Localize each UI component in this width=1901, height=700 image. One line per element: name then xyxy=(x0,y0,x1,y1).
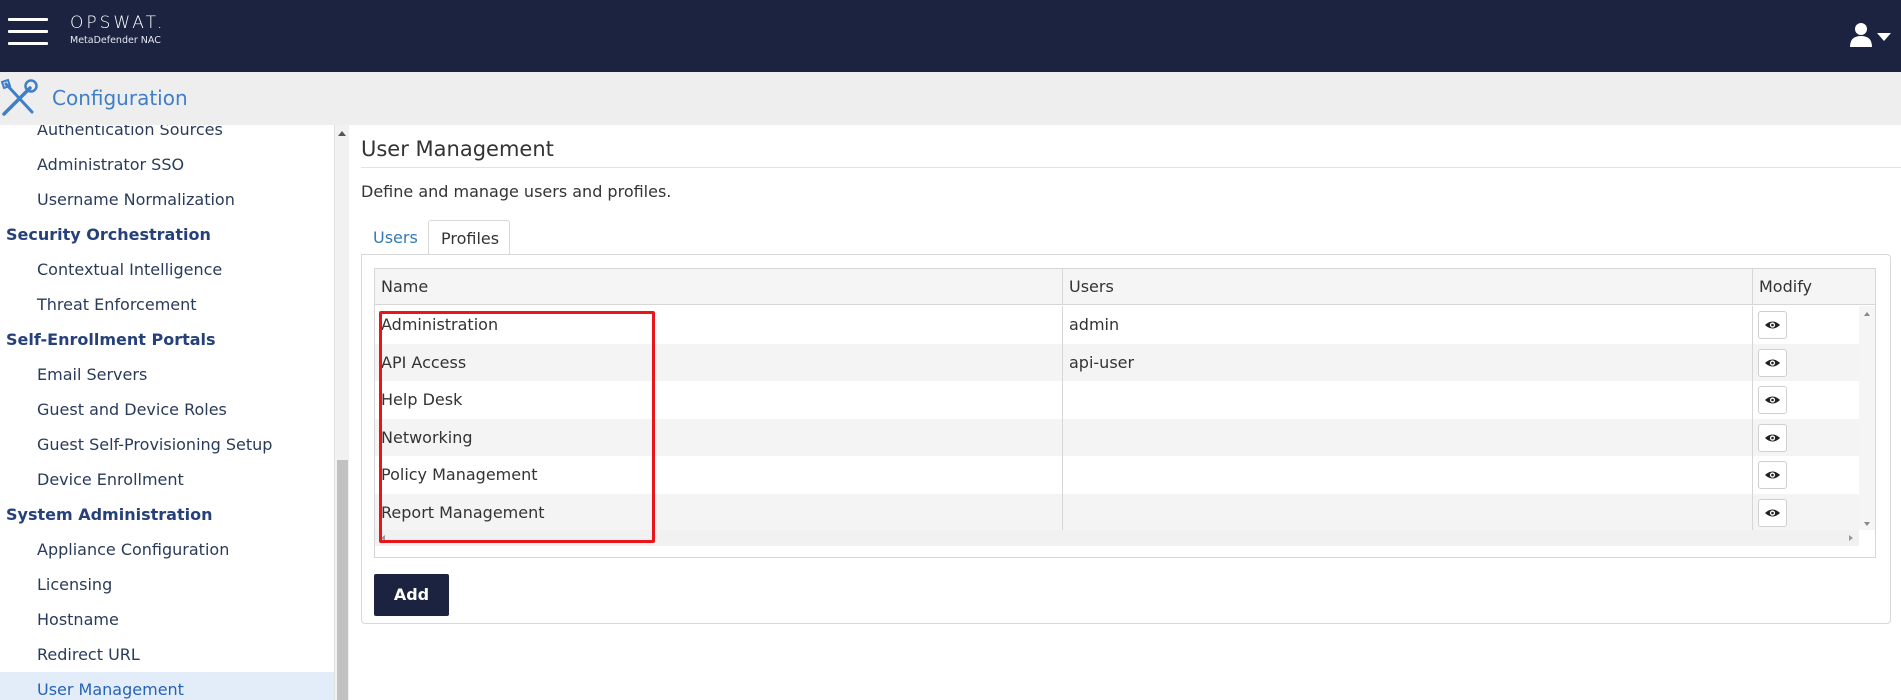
table-header: Name Users Modify xyxy=(375,269,1875,305)
sidebar-item-administrator-sso[interactable]: Administrator SSO xyxy=(0,147,334,182)
sidebar-item-threat-enforcement[interactable]: Threat Enforcement xyxy=(0,287,334,322)
view-profile-button[interactable] xyxy=(1758,386,1787,414)
eye-icon xyxy=(1765,434,1780,441)
sidebar-item-email-servers[interactable]: Email Servers xyxy=(0,357,334,392)
view-profile-button[interactable] xyxy=(1758,461,1787,489)
table-horizontal-scrollbar[interactable] xyxy=(375,530,1859,546)
cell-name: Help Desk xyxy=(375,381,1063,419)
cell-name: Networking xyxy=(375,418,1063,456)
brand-logo: OPSWAT. MetaDefender NAC xyxy=(70,13,165,46)
sidebar-category-security-orchestration[interactable]: Security Orchestration xyxy=(0,217,334,252)
sidebar-category-system-administration[interactable]: System Administration xyxy=(0,497,334,532)
scroll-up-icon[interactable] xyxy=(338,131,346,136)
profiles-table: Name Users Modify Administration admin API… xyxy=(374,268,1876,558)
cell-name: Report Management xyxy=(375,493,1063,531)
user-icon xyxy=(1850,23,1891,47)
view-profile-button[interactable] xyxy=(1758,311,1787,339)
table-row[interactable]: Policy Management xyxy=(375,456,1859,494)
brand-name: OPSWAT. xyxy=(70,13,166,33)
scroll-left-icon[interactable] xyxy=(381,535,385,541)
view-profile-button[interactable] xyxy=(1758,423,1787,452)
top-bar: OPSWAT. MetaDefender NAC xyxy=(0,0,1901,72)
table-row[interactable]: Administration admin xyxy=(375,306,1859,344)
sidebar-item-redirect-url[interactable]: Redirect URL xyxy=(0,637,334,672)
sidebar-item-appliance-configuration[interactable]: Appliance Configuration xyxy=(0,532,334,567)
scrollbar-thumb[interactable] xyxy=(391,533,1841,543)
chevron-down-icon xyxy=(1877,33,1891,41)
sidebar-item-user-management[interactable]: User Management xyxy=(0,672,334,700)
sidebar-item-hostname[interactable]: Hostname xyxy=(0,602,334,637)
table-row[interactable]: Networking xyxy=(375,418,1859,456)
sidebar-scrollbar[interactable] xyxy=(334,125,349,700)
sidebar-item-username-normalization[interactable]: Username Normalization xyxy=(0,182,334,217)
table-row[interactable]: Report Management xyxy=(375,493,1859,531)
cell-users xyxy=(1063,456,1753,494)
sidebar-item-guest-and-device-roles[interactable]: Guest and Device Roles xyxy=(0,392,334,427)
hamburger-icon[interactable] xyxy=(8,18,48,46)
sidebar-list: Authentication Sources Administrator SSO U… xyxy=(0,125,334,700)
configuration-header: Configuration xyxy=(0,72,1901,125)
profiles-panel: Name Users Modify Administration admin API… xyxy=(361,254,1891,624)
scroll-up-icon[interactable] xyxy=(1864,312,1870,316)
sidebar-item-licensing[interactable]: Licensing xyxy=(0,567,334,602)
page-title: User Management xyxy=(361,137,554,161)
divider xyxy=(361,167,1901,168)
table-body: Administration admin API Access api-user Hel… xyxy=(375,306,1875,531)
table-row[interactable]: API Access api-user xyxy=(375,343,1859,381)
cell-users: api-user xyxy=(1063,343,1753,381)
eye-icon xyxy=(1765,509,1780,516)
view-profile-button[interactable] xyxy=(1758,498,1787,527)
sidebar-item-guest-self-provisioning-setup[interactable]: Guest Self-Provisioning Setup xyxy=(0,427,334,462)
cell-name: Administration xyxy=(375,306,1063,344)
scroll-down-icon[interactable] xyxy=(1864,522,1870,526)
sidebar-item-authentication-sources[interactable]: Authentication Sources xyxy=(0,125,334,147)
cell-name: API Access xyxy=(375,343,1063,381)
eye-icon xyxy=(1765,396,1780,404)
cell-users xyxy=(1063,381,1753,419)
sidebar-item-device-enrollment[interactable]: Device Enrollment xyxy=(0,462,334,497)
user-menu-button[interactable] xyxy=(1849,22,1893,48)
table-row[interactable]: Help Desk xyxy=(375,381,1859,419)
column-header-name[interactable]: Name xyxy=(375,269,1063,305)
table-vertical-scrollbar[interactable] xyxy=(1859,306,1875,530)
main-content: User Management Define and manage users … xyxy=(350,125,1901,700)
scroll-right-icon[interactable] xyxy=(1849,535,1853,541)
sidebar-category-self-enrollment-portals[interactable]: Self-Enrollment Portals xyxy=(0,322,334,357)
view-profile-button[interactable] xyxy=(1758,348,1787,377)
sidebar-item-contextual-intelligence[interactable]: Contextual Intelligence xyxy=(0,252,334,287)
page-description: Define and manage users and profiles. xyxy=(361,182,672,201)
column-header-modify: Modify xyxy=(1759,277,1813,296)
eye-icon xyxy=(1765,359,1780,366)
cell-users xyxy=(1063,493,1753,531)
column-header-users[interactable]: Users xyxy=(1063,269,1753,305)
sidebar: Authentication Sources Administrator SSO U… xyxy=(0,125,334,700)
scrollbar-thumb[interactable] xyxy=(337,460,348,700)
tools-icon xyxy=(0,78,38,116)
add-button[interactable]: Add xyxy=(374,574,449,616)
cell-name: Policy Management xyxy=(375,456,1063,494)
tab-profiles[interactable]: Profiles xyxy=(428,220,510,255)
cell-users xyxy=(1063,418,1753,456)
cell-users: admin xyxy=(1063,306,1753,344)
eye-icon xyxy=(1765,471,1780,479)
tab-users[interactable]: Users xyxy=(361,220,430,255)
section-title: Configuration xyxy=(52,86,188,110)
brand-product: MetaDefender NAC xyxy=(70,35,161,46)
eye-icon xyxy=(1765,321,1780,329)
